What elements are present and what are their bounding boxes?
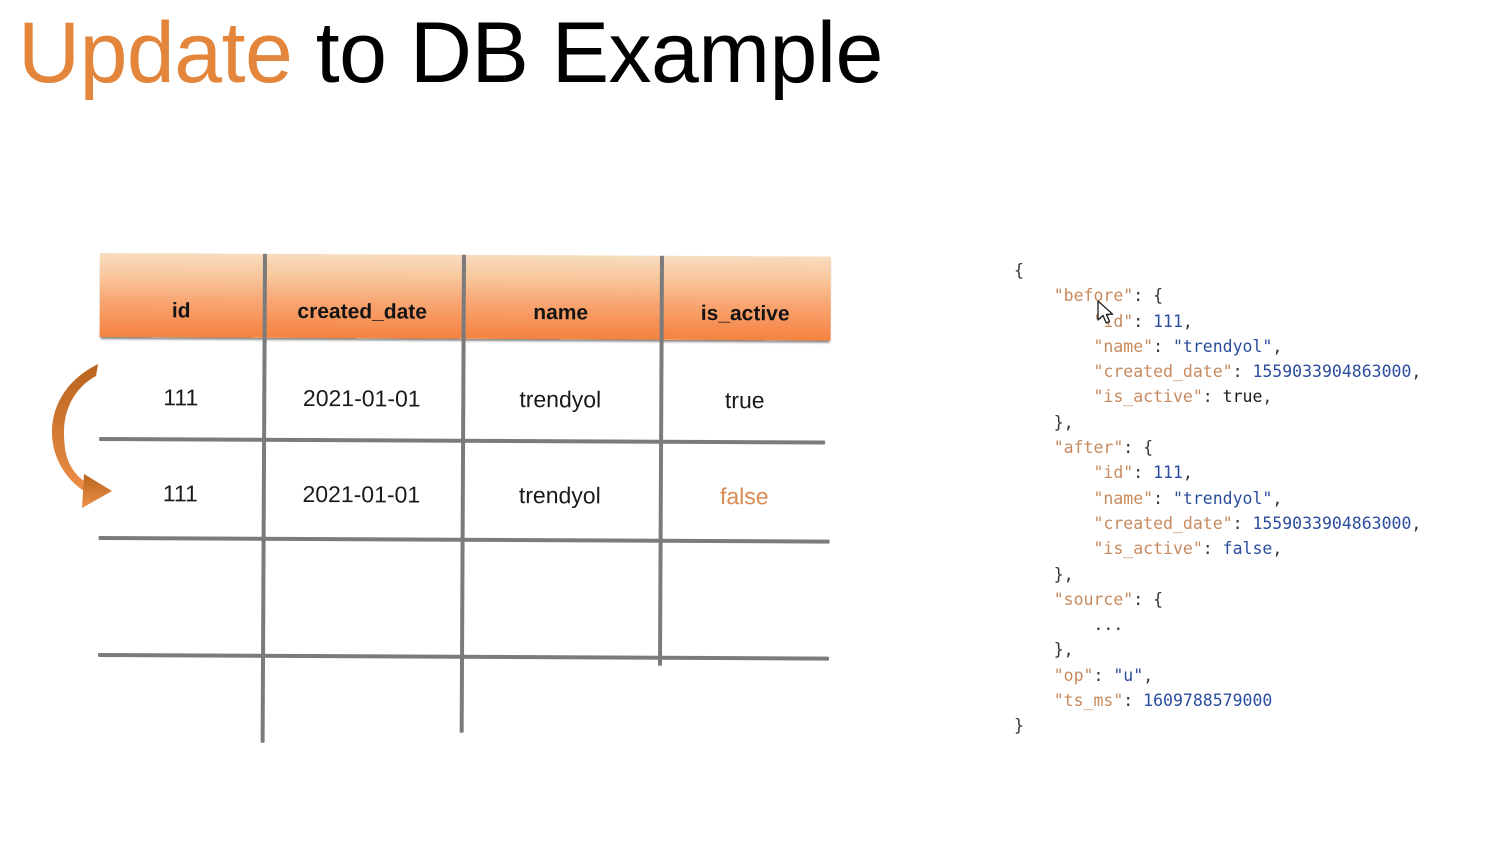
json-key-created-date: "created_date"	[1093, 513, 1233, 533]
json-brace-close: },	[1053, 640, 1074, 660]
json-brace-close: }	[1014, 716, 1024, 736]
column-header-id: id	[171, 299, 191, 323]
database-table: id created_date name is_active 111 2021-…	[98, 253, 831, 747]
json-value-before-id: 111	[1153, 311, 1183, 331]
update-curved-arrow	[48, 358, 116, 510]
json-value-before-name: "trendyol"	[1172, 336, 1273, 356]
json-key-name: "name"	[1093, 488, 1154, 508]
cell-created-date: 2021-01-01	[302, 480, 421, 508]
column-header-name: name	[533, 301, 589, 325]
json-key-id: "id"	[1093, 463, 1134, 483]
json-brace-open: {	[1014, 261, 1024, 280]
page-title-rest: to DB Example	[292, 5, 884, 101]
json-key-after: "after"	[1053, 438, 1124, 458]
column-header-is-active: is_active	[700, 301, 790, 326]
json-key-is-active: "is_active"	[1093, 387, 1203, 407]
json-key-is-active: "is_active"	[1093, 539, 1203, 559]
json-key-ts-ms: "ts_ms"	[1053, 691, 1124, 711]
json-value-after-is-active: false	[1222, 539, 1273, 559]
json-key-before: "before"	[1053, 286, 1134, 306]
json-brace-close: },	[1053, 564, 1074, 584]
table-row: 111 2021-01-01 trendyol false	[99, 465, 830, 525]
json-key-id: "id"	[1093, 311, 1134, 331]
json-brace-close: },	[1053, 412, 1074, 432]
json-value-after-name: "trendyol"	[1172, 488, 1273, 508]
json-key-op: "op"	[1053, 665, 1094, 685]
column-header-created-date: created_date	[297, 299, 428, 324]
cell-id: 111	[162, 479, 198, 506]
json-value-before-is-active: true	[1222, 387, 1263, 407]
json-key-source: "source"	[1053, 589, 1134, 609]
cell-name: trendyol	[518, 481, 601, 508]
json-value-ts-ms: 1609788579000	[1143, 691, 1273, 711]
json-value-before-created-date: 1559033904863000	[1252, 362, 1412, 382]
cell-created-date: 2021-01-01	[302, 384, 421, 412]
json-source-ellipsis: ...	[1093, 615, 1124, 635]
json-brace-open: {	[1153, 286, 1164, 306]
json-value-after-created-date: 1559033904863000	[1252, 513, 1412, 533]
cell-is-active: false	[719, 482, 769, 509]
cell-id: 111	[163, 383, 199, 410]
json-key-name: "name"	[1093, 336, 1154, 356]
json-brace-open: {	[1153, 589, 1164, 609]
page-title-accent: Update	[18, 5, 293, 101]
json-value-op: "u"	[1113, 665, 1144, 685]
json-brace-open: {	[1143, 438, 1154, 458]
grid-line-vertical	[657, 255, 664, 666]
page-title: Update to DB Example	[18, 8, 883, 98]
cell-is-active: true	[724, 386, 765, 413]
json-key-created-date: "created_date"	[1093, 362, 1233, 382]
cell-name: trendyol	[519, 385, 602, 412]
cdc-json-payload: { "before": { "id": 111, "name": "trendy…	[1014, 261, 1422, 736]
json-value-after-id: 111	[1153, 463, 1183, 483]
table-row: 111 2021-01-01 trendyol true	[99, 369, 830, 429]
